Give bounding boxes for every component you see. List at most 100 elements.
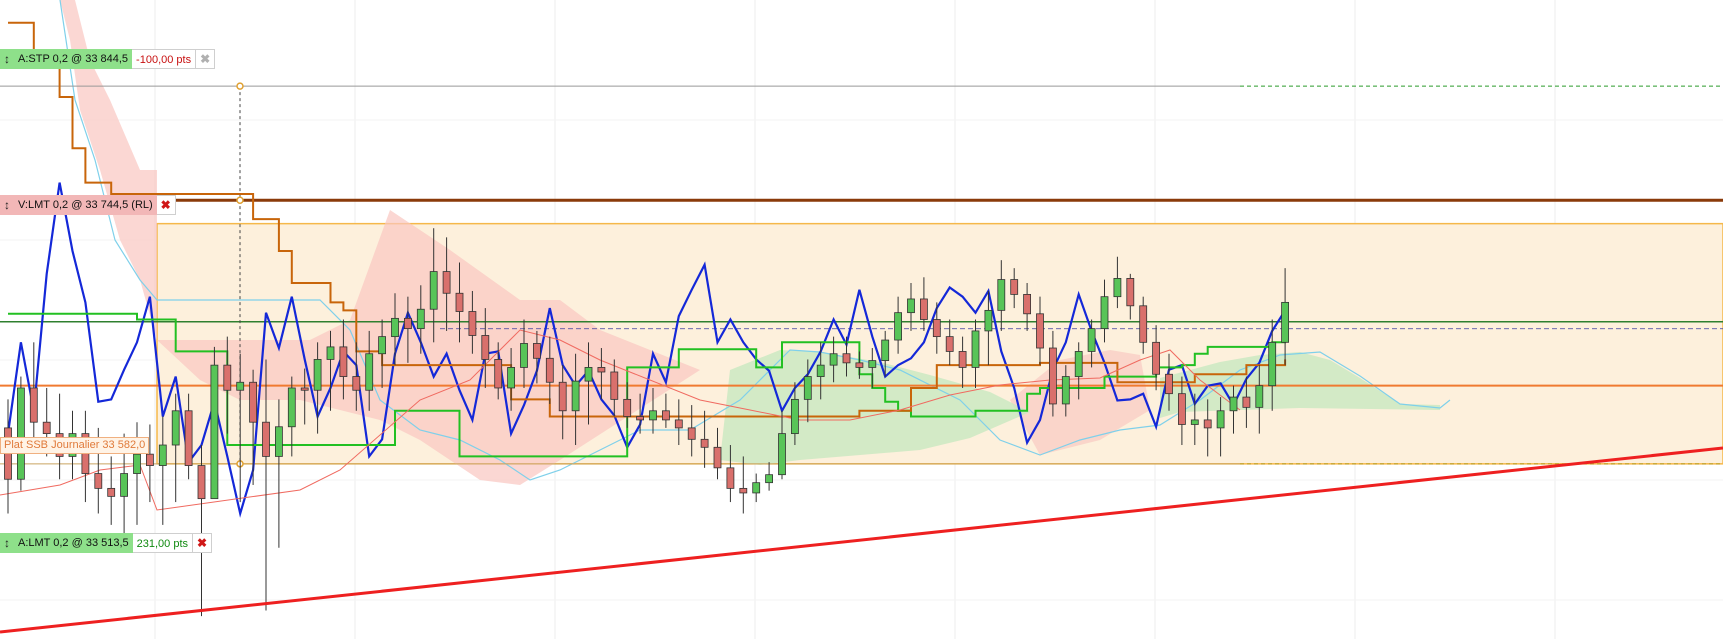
- bear-candle: [700, 438, 709, 448]
- bear-candle: [1178, 393, 1186, 425]
- bear-candle: [1023, 293, 1031, 315]
- bull-candle: [236, 381, 245, 391]
- bull-candle: [571, 380, 580, 412]
- bull-candle: [313, 359, 322, 391]
- chart-canvas[interactable]: [0, 0, 1723, 639]
- sell-limit-order-label[interactable]: ↕ V:LMT 0,2 @ 33 744,5 (RL) ✖: [0, 195, 176, 215]
- bull-candle: [391, 317, 399, 338]
- bear-candle: [223, 364, 232, 391]
- bull-candle: [416, 308, 425, 330]
- bear-candle: [94, 473, 103, 489]
- bear-candle: [1036, 313, 1044, 349]
- bull-candle: [907, 298, 915, 314]
- bear-candle: [545, 357, 554, 383]
- bear-candle: [300, 387, 309, 391]
- bear-candle: [662, 410, 670, 421]
- drag-handle-icon[interactable]: ↕: [0, 533, 14, 553]
- bear-candle: [403, 317, 412, 330]
- bear-candle: [726, 467, 735, 489]
- bear-candle: [958, 351, 967, 368]
- bull-candle: [765, 474, 773, 484]
- stop-order-label[interactable]: ↕ A:STP 0,2 @ 33 844,5 -100,00 pts ✖: [0, 49, 216, 69]
- bull-candle: [803, 376, 812, 400]
- stop-order-text: A:STP 0,2 @ 33 844,5: [14, 49, 133, 69]
- bear-candle: [249, 381, 258, 423]
- bull-candle: [287, 387, 296, 428]
- bull-candle: [1281, 301, 1289, 343]
- bear-candle: [739, 487, 748, 494]
- bull-candle: [971, 330, 980, 368]
- bear-candle: [920, 298, 928, 320]
- bear-candle: [674, 419, 683, 429]
- bull-candle: [16, 387, 25, 480]
- bear-candle: [1049, 347, 1057, 405]
- ascending-trend-line: [0, 446, 1723, 634]
- bear-candle: [352, 376, 361, 391]
- bull-candle: [1061, 376, 1070, 405]
- bull-candle: [1100, 296, 1109, 330]
- bull-candle: [1255, 385, 1264, 408]
- trend-line[interactable]: [0, 446, 1723, 634]
- bull-candle: [1087, 328, 1096, 352]
- bull-candle: [1229, 396, 1238, 412]
- bull-candle: [274, 426, 283, 457]
- close-icon[interactable]: ✖: [193, 533, 213, 553]
- bear-candle: [468, 311, 477, 336]
- bull-candle: [649, 410, 657, 421]
- bear-candle: [558, 381, 567, 412]
- bull-candle: [868, 360, 877, 368]
- bull-candle: [171, 410, 180, 446]
- bull-candle: [778, 433, 786, 476]
- bear-candle: [197, 465, 206, 500]
- bear-candle: [1242, 396, 1251, 408]
- bull-candle: [791, 398, 799, 435]
- bull-candle: [997, 279, 1006, 311]
- bear-candle: [42, 421, 51, 435]
- bull-candle: [1074, 351, 1083, 377]
- buy-order-text: A:LMT 0,2 @ 33 513,5: [14, 533, 133, 553]
- bull-candle: [829, 353, 838, 366]
- bull-candle: [894, 312, 902, 341]
- bull-candle: [1268, 341, 1277, 387]
- bear-candle: [713, 446, 722, 469]
- sell-order-text: V:LMT 0,2 @ 33 744,5 (RL): [14, 195, 157, 215]
- bull-candle: [507, 367, 516, 389]
- bear-candle: [1010, 279, 1019, 295]
- bear-candle: [1203, 419, 1212, 429]
- bear-candle: [855, 362, 864, 368]
- bull-candle: [210, 364, 219, 500]
- bear-candle: [1126, 278, 1135, 307]
- bull-candle: [881, 339, 890, 361]
- bull-candle: [378, 336, 387, 355]
- chart-area[interactable]: ↕ A:STP 0,2 @ 33 844,5 -100,00 pts ✖ ↕ V…: [0, 0, 1723, 639]
- bull-candle: [816, 364, 825, 377]
- bear-candle: [481, 335, 490, 360]
- drag-handle-icon[interactable]: ↕: [0, 49, 14, 69]
- bear-candle: [107, 487, 116, 497]
- bull-candle: [1190, 419, 1199, 425]
- bear-candle: [1139, 305, 1148, 343]
- bear-candle: [636, 416, 644, 421]
- bear-candle: [945, 336, 954, 352]
- stop-order-points: -100,00 pts: [132, 49, 197, 69]
- buy-order-points: 231,00 pts: [132, 533, 194, 553]
- bull-candle: [1113, 278, 1122, 298]
- bear-candle: [494, 359, 503, 389]
- bear-candle: [597, 367, 606, 373]
- drag-handle-icon[interactable]: ↕: [0, 195, 14, 215]
- bull-candle: [520, 343, 528, 368]
- bull-candle: [584, 367, 593, 382]
- buy-limit-order-label[interactable]: ↕ A:LMT 0,2 @ 33 513,5 231,00 pts ✖: [0, 533, 213, 553]
- bull-candle: [429, 271, 438, 310]
- ssb-level-label: Plat SSB Journalier 33 582,0: [0, 437, 150, 454]
- bear-candle: [1165, 373, 1173, 395]
- bull-candle: [158, 444, 167, 466]
- bear-candle: [145, 453, 154, 466]
- bear-candle: [339, 346, 348, 377]
- bull-candle: [365, 353, 374, 391]
- bear-candle: [29, 387, 38, 423]
- bear-candle: [442, 271, 451, 294]
- bull-candle: [133, 453, 141, 474]
- close-icon[interactable]: ✖: [156, 195, 176, 215]
- close-icon[interactable]: ✖: [196, 49, 216, 69]
